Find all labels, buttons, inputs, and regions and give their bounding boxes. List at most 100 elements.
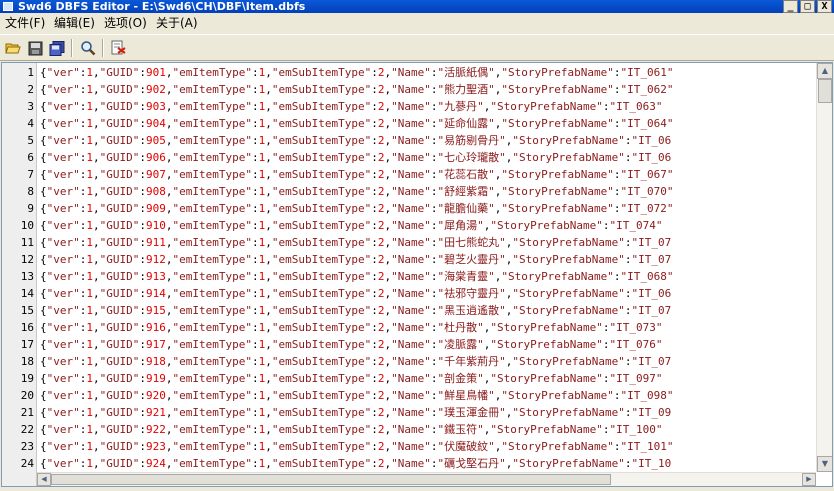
prefab-value: "IT_076"	[609, 338, 663, 351]
name-value: "黑玉逍遙散"	[437, 304, 506, 317]
sub-item-type-value: 2	[377, 100, 385, 113]
menu-edit[interactable]: 编辑(E)	[53, 14, 96, 33]
json-key: "ver"	[46, 117, 80, 130]
json-key: "Name"	[391, 338, 431, 351]
code-line: {"ver":1,"GUID":911,"emItemType":1,"emSu…	[40, 236, 672, 249]
guid-value: 918	[146, 355, 166, 368]
item-type-value: 1	[258, 202, 266, 215]
vertical-scrollbar[interactable]: ▲ ▼	[816, 63, 832, 472]
json-key: "GUID"	[99, 457, 140, 470]
json-key: "GUID"	[99, 321, 140, 334]
name-value: "七心玲瓏散"	[437, 151, 506, 164]
editor-text-area[interactable]: {"ver":1,"GUID":901,"emItemType":1,"emSu…	[40, 63, 815, 472]
json-key: "StoryPrefabName"	[501, 389, 614, 402]
scroll-down-button[interactable]: ▼	[817, 456, 832, 472]
ver-value: 1	[86, 168, 93, 181]
export-button[interactable]	[108, 38, 128, 58]
json-key: "GUID"	[99, 117, 140, 130]
line-number: 7	[27, 168, 34, 181]
json-key: "Name"	[391, 202, 431, 215]
sub-item-type-value: 2	[377, 406, 385, 419]
json-key: "emSubItemType"	[271, 423, 372, 436]
item-type-value: 1	[258, 338, 266, 351]
code-line: {"ver":1,"GUID":907,"emItemType":1,"emSu…	[40, 168, 674, 181]
ver-value: 1	[86, 372, 93, 385]
open-button[interactable]	[3, 38, 23, 58]
code-line: {"ver":1,"GUID":916,"emItemType":1,"emSu…	[40, 321, 663, 334]
json-key: "ver"	[46, 457, 80, 470]
menu-options[interactable]: 选项(O)	[103, 14, 148, 33]
window-controls: _ □ X	[783, 0, 832, 13]
prefab-value: "IT_101"	[620, 440, 674, 453]
prefab-value: "IT_064"	[620, 117, 674, 130]
code-line: {"ver":1,"GUID":908,"emItemType":1,"emSu…	[40, 185, 674, 198]
close-button[interactable]: X	[817, 0, 832, 13]
horizontal-scroll-thumb[interactable]	[51, 474, 611, 485]
guid-value: 913	[146, 270, 166, 283]
vertical-scroll-thumb[interactable]	[818, 79, 832, 103]
scroll-right-button[interactable]: ▶	[802, 473, 816, 486]
scroll-up-button[interactable]: ▲	[817, 63, 832, 79]
prefab-value: "IT_09	[631, 406, 672, 419]
code-line: {"ver":1,"GUID":923,"emItemType":1,"emSu…	[40, 440, 674, 453]
line-number-gutter: 1 2 3 4 5 6 7 8 9 10 11 12 13 14 15 16 17 18 19 20 21 22 23 24	[2, 63, 37, 486]
horizontal-scrollbar[interactable]: ◀ ▶	[37, 472, 816, 486]
code-line: {"ver":1,"GUID":918,"emItemType":1,"emSu…	[40, 355, 672, 368]
name-value: "延命仙露"	[437, 117, 495, 130]
json-key: "emSubItemType"	[271, 151, 372, 164]
json-key: "StoryPrefabName"	[512, 151, 625, 164]
json-key: "GUID"	[99, 338, 140, 351]
json-key: "Name"	[391, 457, 431, 470]
json-key: "ver"	[46, 66, 80, 79]
json-key: "StoryPrefabName"	[501, 83, 614, 96]
json-key: "ver"	[46, 168, 80, 181]
save-button[interactable]	[25, 38, 45, 58]
code-line: {"ver":1,"GUID":905,"emItemType":1,"emSu…	[40, 134, 672, 147]
json-key: "emSubItemType"	[271, 287, 372, 300]
json-key: "ver"	[46, 372, 80, 385]
code-line: {"ver":1,"GUID":924,"emItemType":1,"emSu…	[40, 457, 672, 470]
code-editor[interactable]: 1 2 3 4 5 6 7 8 9 10 11 12 13 14 15 16 17 18 19 20 21 22 23 24 …	[1, 62, 833, 487]
ver-value: 1	[86, 389, 93, 402]
code-line: {"ver":1,"GUID":903,"emItemType":1,"emSu…	[40, 100, 663, 113]
menu-about[interactable]: 关于(A)	[155, 14, 199, 33]
json-key: "ver"	[46, 83, 80, 96]
json-key: "ver"	[46, 338, 80, 351]
json-key: "emItemType"	[172, 83, 252, 96]
save-all-button[interactable]	[47, 38, 67, 58]
sub-item-type-value: 2	[377, 151, 385, 164]
json-key: "Name"	[391, 236, 431, 249]
json-key: "emSubItemType"	[271, 457, 372, 470]
json-key: "emItemType"	[172, 287, 252, 300]
guid-value: 911	[146, 236, 166, 249]
item-type-value: 1	[258, 287, 266, 300]
json-key: "emItemType"	[172, 66, 252, 79]
minimize-button[interactable]: _	[783, 0, 798, 13]
json-key: "ver"	[46, 423, 80, 436]
maximize-button[interactable]: □	[800, 0, 815, 13]
json-key: "StoryPrefabName"	[501, 117, 614, 130]
json-key: "emItemType"	[172, 151, 252, 164]
item-type-value: 1	[258, 389, 266, 402]
app-icon	[3, 2, 13, 11]
json-key: "emSubItemType"	[271, 355, 372, 368]
sub-item-type-value: 2	[377, 304, 385, 317]
ver-value: 1	[86, 321, 93, 334]
line-number: 14	[20, 287, 34, 300]
json-key: "ver"	[46, 219, 80, 232]
find-button[interactable]	[78, 38, 98, 58]
ver-value: 1	[86, 406, 93, 419]
ver-value: 1	[86, 440, 93, 453]
prefab-value: "IT_098"	[620, 389, 674, 402]
title-bar[interactable]: Swd6 DBFS Editor - E:\Swd6\CH\DBF\Item.d…	[0, 0, 834, 13]
item-type-value: 1	[258, 304, 266, 317]
json-key: "StoryPrefabName"	[501, 168, 614, 181]
scroll-left-button[interactable]: ◀	[37, 473, 51, 486]
json-key: "emItemType"	[172, 406, 252, 419]
code-line: {"ver":1,"GUID":919,"emItemType":1,"emSu…	[40, 372, 663, 385]
ver-value: 1	[86, 355, 93, 368]
json-key: "emItemType"	[172, 304, 252, 317]
json-key: "emSubItemType"	[271, 117, 372, 130]
json-key: "ver"	[46, 389, 80, 402]
menu-file[interactable]: 文件(F)	[4, 14, 46, 33]
